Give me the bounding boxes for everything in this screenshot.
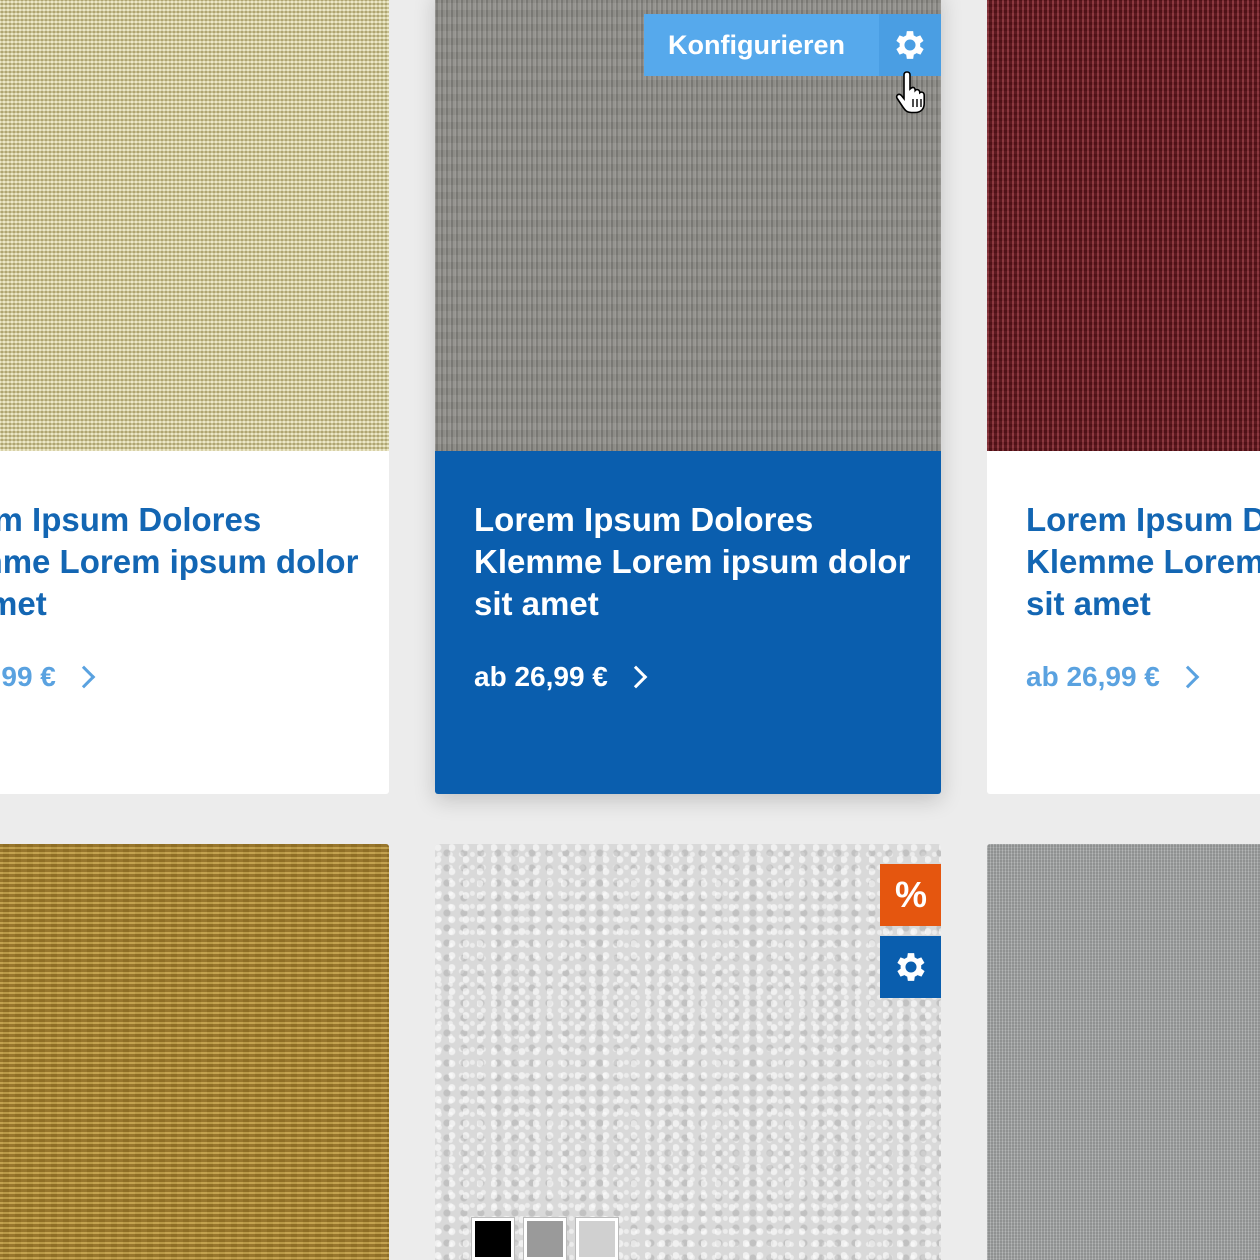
product-title[interactable]: Lorem Ipsum Dolores Klemme Lorem ipsum d… — [474, 499, 914, 625]
product-card[interactable]: % — [435, 844, 941, 1260]
configure-button[interactable]: Konfigurieren — [644, 14, 941, 76]
price-link[interactable]: ab 26,99 € — [474, 661, 902, 693]
product-info: Lorem Ipsum Dolores Klemme Lorem ipsum d… — [987, 451, 1260, 794]
color-chip-grey[interactable] — [524, 1218, 566, 1260]
product-info: Lorem Ipsum Dolores Klemme Lorem ipsum d… — [0, 451, 389, 794]
sale-badge: % — [880, 864, 941, 926]
product-card[interactable]: Lorem Ipsum Dolores Klemme Lorem ipsum d… — [987, 0, 1260, 794]
product-title[interactable]: Lorem Ipsum Dolores Klemme Lorem ipsum d… — [0, 499, 362, 625]
configure-label: Konfigurieren — [668, 29, 846, 60]
product-title[interactable]: Lorem Ipsum Dolores Klemme Lorem ipsum d… — [1026, 499, 1260, 625]
configure-icon-button[interactable] — [880, 936, 941, 998]
product-card[interactable] — [987, 844, 1260, 1260]
product-price: ab 26,99 € — [0, 661, 56, 692]
product-card-active[interactable]: Konfigurieren Lorem Ipsum Dolores Klemme… — [435, 0, 941, 794]
product-card[interactable]: Lorem Ipsum Dolores Klemme Lorem ipsum d… — [0, 0, 389, 794]
product-info: Lorem Ipsum Dolores Klemme Lorem ipsum d… — [435, 451, 941, 794]
price-link[interactable]: ab 26,99 € — [1026, 661, 1260, 693]
chevron-right-icon — [624, 665, 648, 689]
product-price: ab 26,99 € — [474, 661, 608, 692]
product-swatch-image[interactable] — [987, 0, 1260, 451]
price-link[interactable]: ab 26,99 € — [0, 661, 350, 693]
gear-icon — [897, 953, 925, 981]
hand-cursor-icon — [895, 71, 925, 114]
chevron-right-icon — [72, 665, 96, 689]
product-price: ab 26,99 € — [1026, 661, 1160, 692]
product-swatch-image[interactable] — [0, 844, 389, 1260]
chevron-right-icon — [1176, 665, 1200, 689]
color-options — [472, 1218, 618, 1260]
product-swatch-image[interactable] — [435, 844, 941, 1260]
color-chip-black[interactable] — [472, 1218, 514, 1260]
gear-icon — [879, 14, 941, 76]
product-swatch-image[interactable] — [987, 844, 1260, 1260]
product-grid: Lorem Ipsum Dolores Klemme Lorem ipsum d… — [0, 0, 1260, 1260]
product-swatch-image[interactable] — [0, 0, 389, 451]
percent-icon: % — [894, 874, 927, 915]
color-chip-light-grey[interactable] — [576, 1218, 618, 1260]
product-card[interactable] — [0, 844, 389, 1260]
